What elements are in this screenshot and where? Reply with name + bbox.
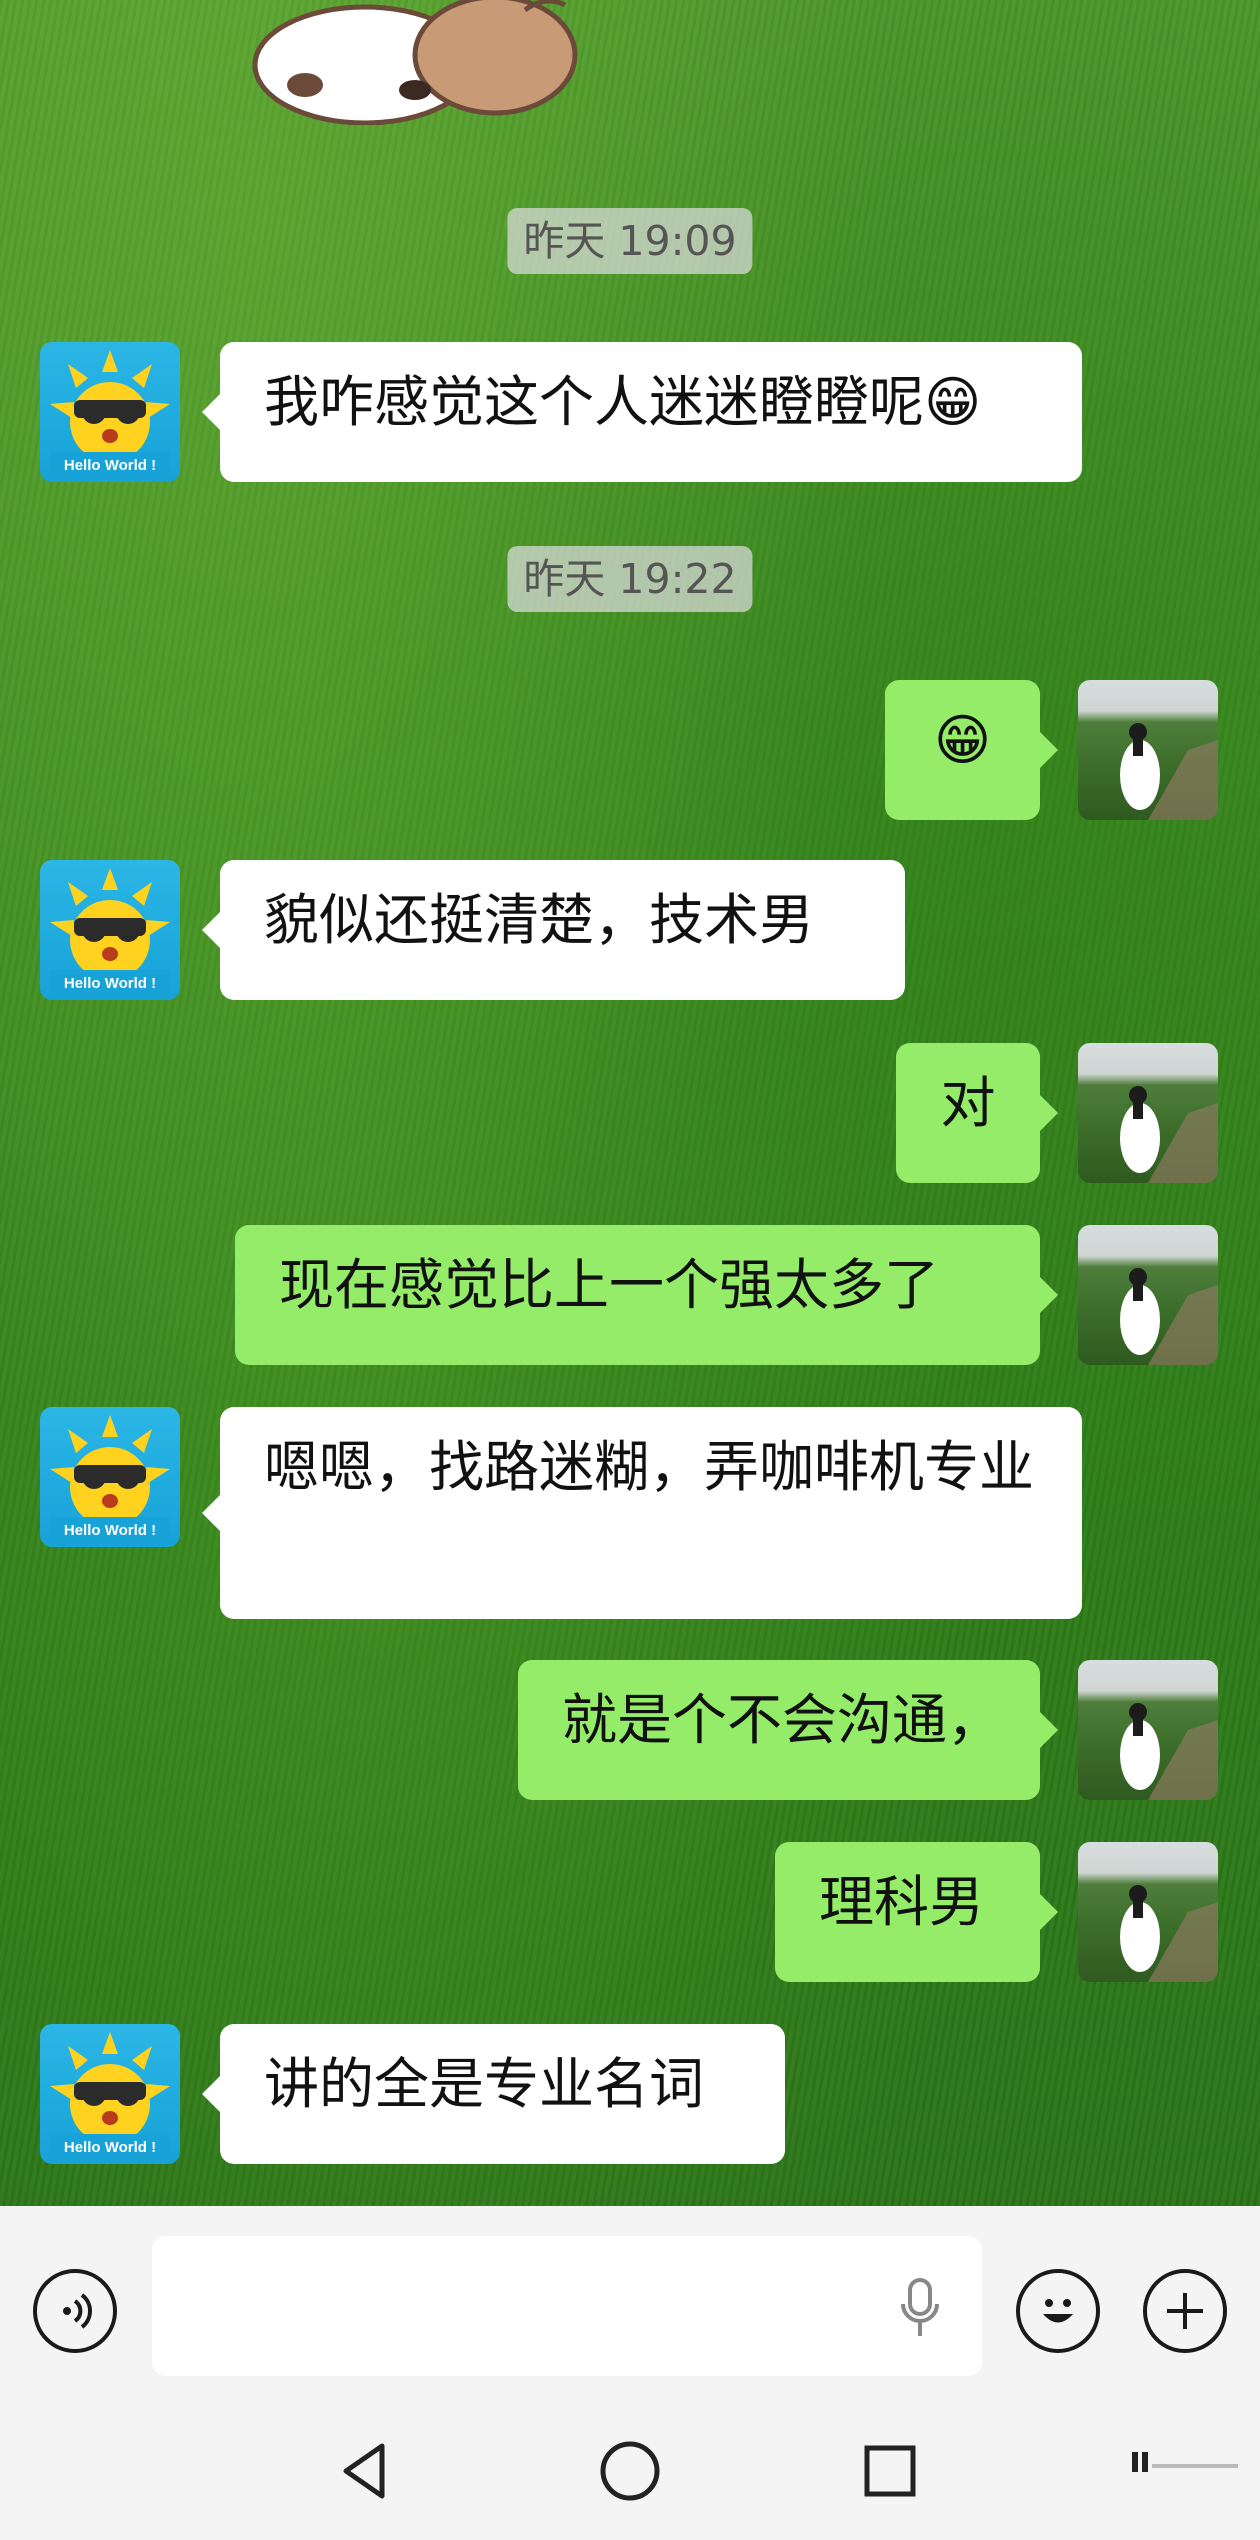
recents-icon [864,2445,916,2497]
message-bubble-incoming[interactable]: 讲的全是专业名词 [202,2024,785,2164]
my-avatar[interactable] [1078,1225,1218,1365]
timestamp: 昨天 19:09 [507,208,753,274]
sun-sunglasses-icon: Hello World ! [50,350,170,478]
sticker-image[interactable] [245,0,585,125]
message-bubble-outgoing[interactable]: 😁 [885,680,1058,820]
girl-photo-icon [1120,1885,1218,1982]
my-avatar[interactable] [1078,1842,1218,1982]
microphone-icon [901,2278,939,2336]
home-icon [600,2441,660,2501]
girl-photo-icon [1120,1268,1218,1365]
back-icon [343,2443,385,2499]
emoji-button[interactable] [1016,2269,1100,2353]
plus-icon [1167,2293,1203,2329]
sun-sunglasses-icon: Hello World ! [50,868,170,996]
girl-photo-icon [1120,723,1218,820]
recents-button[interactable] [855,2436,925,2506]
timestamp: 昨天 19:22 [507,546,753,612]
contact-avatar[interactable]: Hello World ! [40,860,180,1000]
microphone-button[interactable] [895,2274,945,2344]
my-avatar[interactable] [1078,1660,1218,1800]
avatar-caption: Hello World ! [64,457,156,474]
emoji-icon [1043,2299,1073,2323]
message-bubble-incoming[interactable]: 嗯嗯，找路迷糊，弄咖啡机专业 [202,1407,1082,1619]
avatar-caption: Hello World ! [64,1522,156,1539]
contact-avatar[interactable]: Hello World ! [40,342,180,482]
message-bubble-incoming[interactable]: 貌似还挺清楚，技术男 [202,860,905,1000]
message-bubble-outgoing[interactable]: 理科男 [775,1842,1058,1982]
system-nav-bar [0,2416,1260,2540]
message-input[interactable] [152,2236,982,2376]
message-bubble-outgoing[interactable]: 就是个不会沟通， [518,1660,1058,1800]
avatar-caption: Hello World ! [64,2139,156,2156]
my-avatar[interactable] [1078,1043,1218,1183]
add-more-button[interactable] [1143,2269,1227,2353]
sun-sunglasses-icon: Hello World ! [50,2032,170,2160]
message-bubble-incoming[interactable]: 我咋感觉这个人迷迷瞪瞪呢😁 [202,342,1082,482]
input-bar [0,2206,1260,2416]
girl-photo-icon [1120,1703,1218,1800]
home-button[interactable] [595,2436,665,2506]
avatar-caption: Hello World ! [64,975,156,992]
sun-sunglasses-icon: Hello World ! [50,1415,170,1543]
contact-avatar[interactable]: Hello World ! [40,2024,180,2164]
my-avatar[interactable] [1078,680,1218,820]
message-bubble-outgoing[interactable]: 对 [896,1043,1058,1183]
voice-icon [63,2293,92,2329]
voice-button[interactable] [33,2269,117,2353]
watermark-icon [1130,2450,1240,2474]
girl-photo-icon [1120,1086,1218,1183]
chat-area[interactable]: 昨天 19:09 Hello World ! 我咋感觉这个人迷迷瞪瞪呢😁 昨天 … [0,0,1260,2206]
contact-avatar[interactable]: Hello World ! [40,1407,180,1547]
back-button[interactable] [330,2436,400,2506]
message-bubble-outgoing[interactable]: 现在感觉比上一个强太多了 [235,1225,1058,1365]
